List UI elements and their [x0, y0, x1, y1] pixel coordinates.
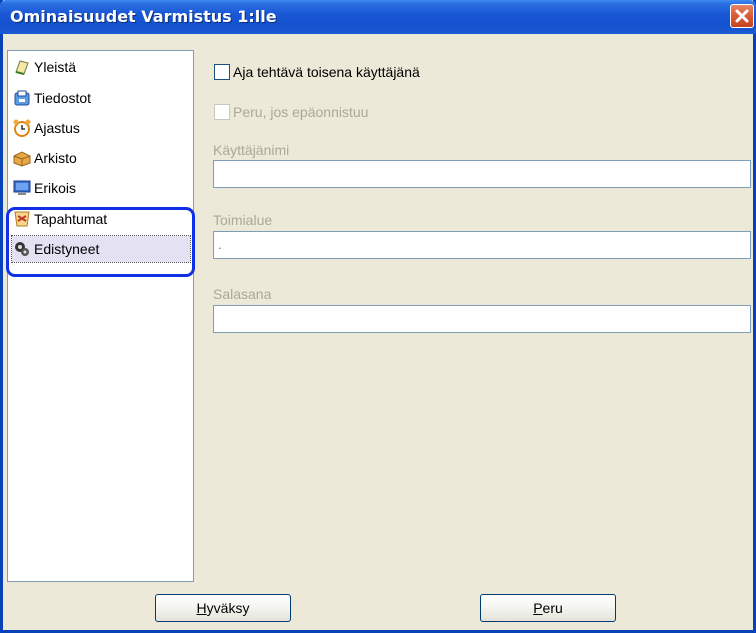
- run-as-user-label: Aja tehtävä toisena käyttäjänä: [233, 64, 420, 80]
- revert-on-fail-checkbox: [214, 104, 230, 120]
- password-field[interactable]: [213, 305, 751, 333]
- alarm-clock-icon: [12, 118, 32, 138]
- sidebar-item-label: Ajastus: [34, 120, 80, 136]
- general-icon: [12, 57, 32, 77]
- username-field[interactable]: [213, 160, 751, 188]
- domain-field[interactable]: .: [213, 231, 751, 259]
- ok-label: yväksy: [206, 600, 250, 616]
- close-button[interactable]: [730, 4, 754, 28]
- sidebar-item-general[interactable]: Yleistä: [12, 54, 190, 80]
- sidebar-item-label: Arkisto: [34, 150, 77, 166]
- sidebar-item-label: Tiedostot: [34, 90, 92, 106]
- sidebar-item-advanced[interactable]: Edistyneet: [11, 235, 191, 263]
- username-label: Käyttäjänimi: [213, 142, 290, 158]
- events-icon: [12, 209, 32, 229]
- cancel-accesskey: P: [533, 600, 543, 616]
- properties-dialog: Ominaisuudet Varmistus 1:lle Yleistä Tie…: [0, 0, 756, 633]
- archive-box-icon: [12, 148, 32, 168]
- cancel-label: eru: [542, 600, 563, 616]
- revert-on-fail-label: Peru, jos epäonnistuu: [233, 104, 369, 120]
- ok-button[interactable]: Hyväksy: [155, 594, 291, 622]
- run-as-user-checkbox[interactable]: [214, 64, 230, 80]
- sidebar-item-events[interactable]: Tapahtumat: [12, 206, 190, 232]
- sidebar-item-label: Yleistä: [34, 59, 77, 75]
- domain-label: Toimialue: [213, 212, 273, 228]
- monitor-icon: [12, 178, 32, 198]
- category-list: Yleistä Tiedostot Ajastus Arkisto Erikoi…: [6, 50, 195, 582]
- revert-on-fail-checkbox-row: Peru, jos epäonnistuu: [214, 104, 368, 120]
- cancel-button[interactable]: Peru: [480, 594, 616, 622]
- ok-accesskey: H: [196, 600, 207, 616]
- sidebar-item-label: Erikois: [34, 180, 77, 196]
- sidebar-item-label: Tapahtumat: [34, 211, 108, 227]
- run-as-user-checkbox-row[interactable]: Aja tehtävä toisena käyttäjänä: [214, 64, 420, 80]
- sidebar-item-files[interactable]: Tiedostot: [12, 85, 190, 111]
- close-icon: [735, 9, 749, 23]
- sidebar-item-label: Edistyneet: [34, 241, 100, 257]
- title-bar[interactable]: Ominaisuudet Varmistus 1:lle: [0, 0, 756, 34]
- sidebar-item-special[interactable]: Erikois: [12, 175, 190, 201]
- password-label: Salasana: [213, 286, 272, 302]
- sidebar-item-schedule[interactable]: Ajastus: [12, 115, 190, 141]
- files-icon: [12, 88, 32, 108]
- window-title: Ominaisuudet Varmistus 1:lle: [10, 7, 277, 26]
- sidebar-item-archive[interactable]: Arkisto: [12, 145, 190, 171]
- advanced-icon: [12, 239, 32, 259]
